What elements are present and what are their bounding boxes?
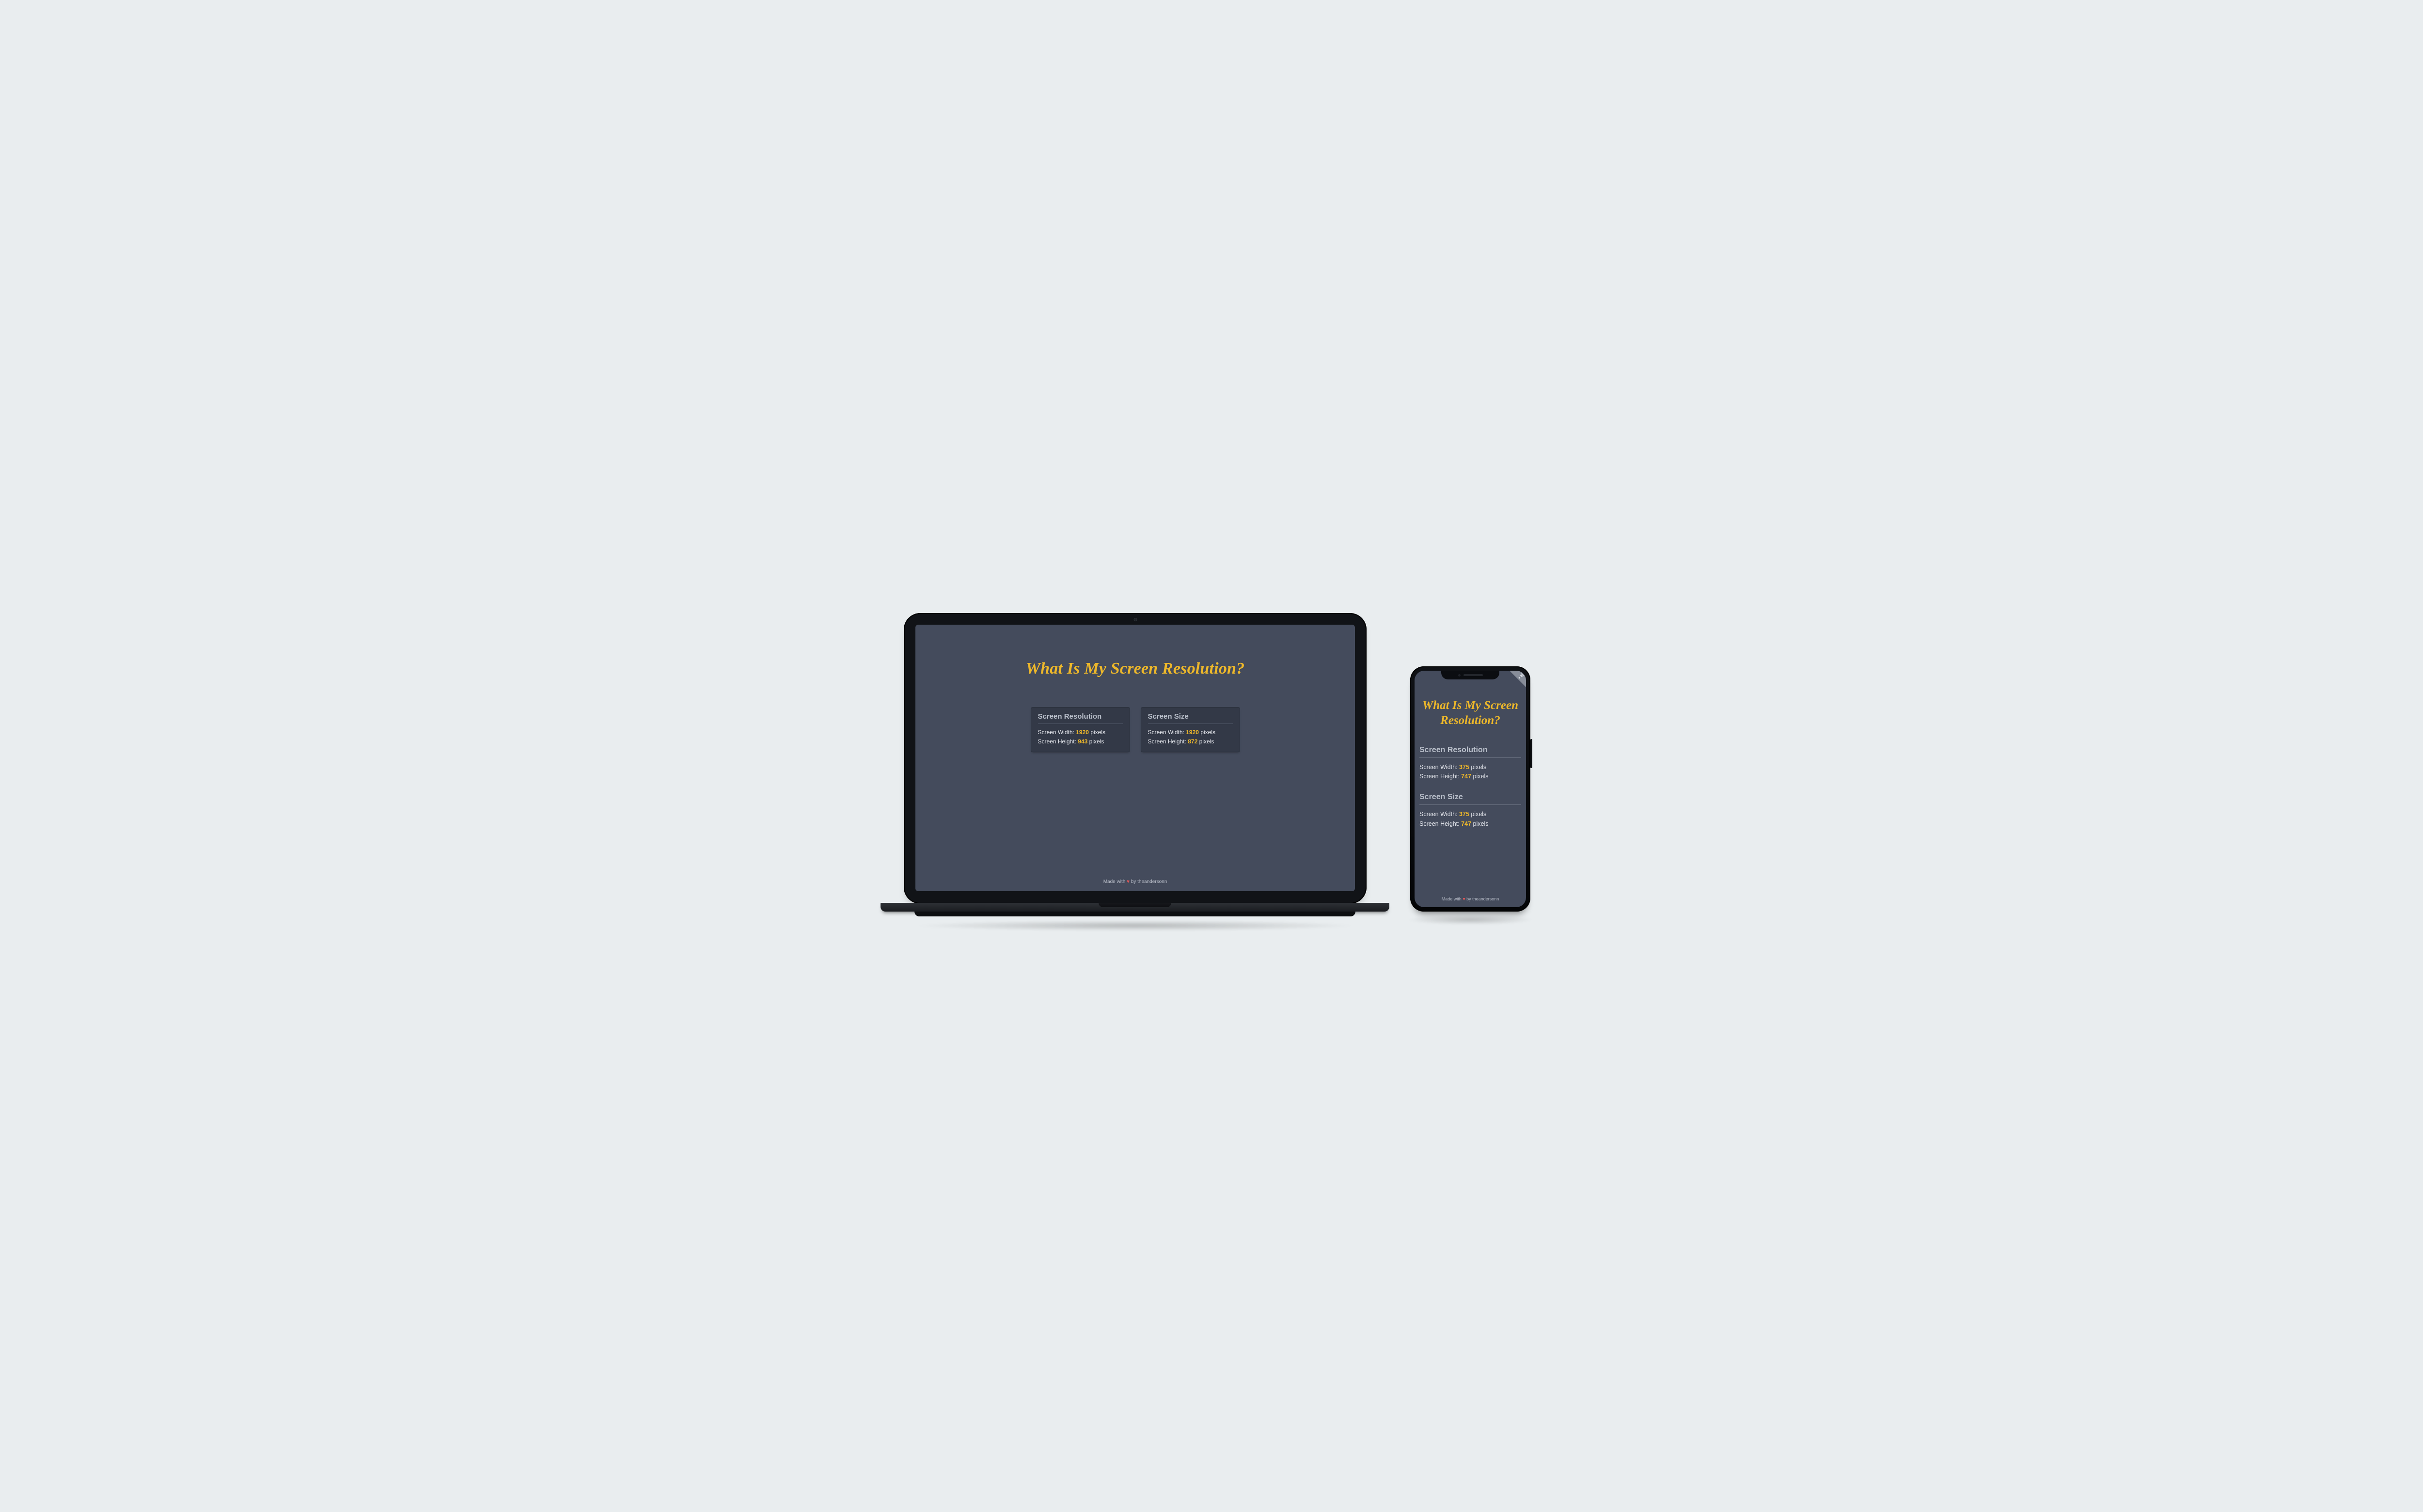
github-corner[interactable] [1510,671,1526,687]
value-height: 872 [1188,738,1197,745]
laptop-base [881,903,1389,916]
app-laptop: What Is My Screen Resolution? Screen Res… [915,625,1355,891]
label: Screen Width: [1038,729,1074,736]
unit: pixels [1471,764,1486,771]
value-width: 1920 [1186,729,1199,736]
footer: Made with ♥ by theandersonn [1419,892,1521,907]
unit: pixels [1089,738,1104,745]
webcam-dot [1133,618,1137,621]
card-heading: Screen Size [1148,712,1233,724]
card-screen-resolution: Screen Resolution Screen Width: 1920 pix… [1031,707,1130,752]
unit: pixels [1199,738,1214,745]
row-height: Screen Height: 747 pixels [1419,819,1521,829]
label: Screen Width: [1419,764,1458,771]
device-mockup-scene: What Is My Screen Resolution? Screen Res… [858,557,1565,955]
footer: Made with ♥ by theandersonn [915,874,1355,891]
value-height: 747 [1461,820,1471,827]
phone-shadow [1407,915,1533,925]
unit: pixels [1090,729,1105,736]
label: Screen Width: [1148,729,1184,736]
footer-prefix: Made with [1442,897,1462,901]
value-width: 1920 [1076,729,1089,736]
unit: pixels [1200,729,1215,736]
row-width: Screen Width: 1920 pixels [1148,728,1233,737]
label: Screen Height: [1148,738,1186,745]
value-width: 375 [1459,764,1469,771]
value-height: 747 [1461,773,1471,780]
info-cards: Screen Resolution Screen Width: 1920 pix… [915,707,1355,752]
row-width: Screen Width: 375 pixels [1419,810,1521,819]
phone-camera-dot [1458,674,1461,677]
row-width: Screen Width: 375 pixels [1419,763,1521,772]
card-screen-size: Screen Size Screen Width: 1920 pixels Sc… [1141,707,1240,752]
heart-icon: ♥ [1463,897,1465,901]
app-phone: What Is My Screen Resolution? Screen Res… [1415,671,1526,907]
heart-icon: ♥ [1127,879,1130,884]
trackpad-notch [1099,903,1171,907]
footer-author[interactable]: by theandersonn [1466,897,1499,901]
laptop-screen: What Is My Screen Resolution? Screen Res… [915,625,1355,891]
card-heading: Screen Size [1419,793,1521,805]
value-height: 943 [1078,738,1087,745]
label: Screen Height: [1419,820,1460,827]
row-width: Screen Width: 1920 pixels [1038,728,1123,737]
card-heading: Screen Resolution [1419,746,1521,758]
value-width: 375 [1459,811,1469,818]
label: Screen Height: [1419,773,1460,780]
unit: pixels [1473,820,1489,827]
unit: pixels [1473,773,1489,780]
row-height: Screen Height: 872 pixels [1148,737,1233,746]
page-title: What Is My Screen Resolution? [915,625,1355,707]
phone-screen: What Is My Screen Resolution? Screen Res… [1415,671,1526,907]
card-heading: Screen Resolution [1038,712,1123,724]
laptop-shadow [913,920,1357,931]
row-height: Screen Height: 747 pixels [1419,772,1521,781]
plug-icon [1517,673,1525,680]
info-cards: Screen Resolution Screen Width: 375 pixe… [1419,746,1521,829]
footer-author[interactable]: by theandersonn [1131,879,1167,884]
phone-speaker-slot [1463,674,1483,676]
label: Screen Height: [1038,738,1076,745]
card-screen-resolution: Screen Resolution Screen Width: 375 pixe… [1419,746,1521,782]
unit: pixels [1471,811,1486,818]
page-title: What Is My Screen Resolution? [1419,671,1521,746]
footer-prefix: Made with [1103,879,1126,884]
laptop-mockup: What Is My Screen Resolution? Screen Res… [904,613,1367,931]
phone-notch [1441,671,1499,679]
row-height: Screen Height: 943 pixels [1038,737,1123,746]
label: Screen Width: [1419,811,1458,818]
card-screen-size: Screen Size Screen Width: 375 pixels Scr… [1419,793,1521,829]
laptop-lid: What Is My Screen Resolution? Screen Res… [904,613,1367,904]
phone-mockup: What Is My Screen Resolution? Screen Res… [1410,666,1530,912]
